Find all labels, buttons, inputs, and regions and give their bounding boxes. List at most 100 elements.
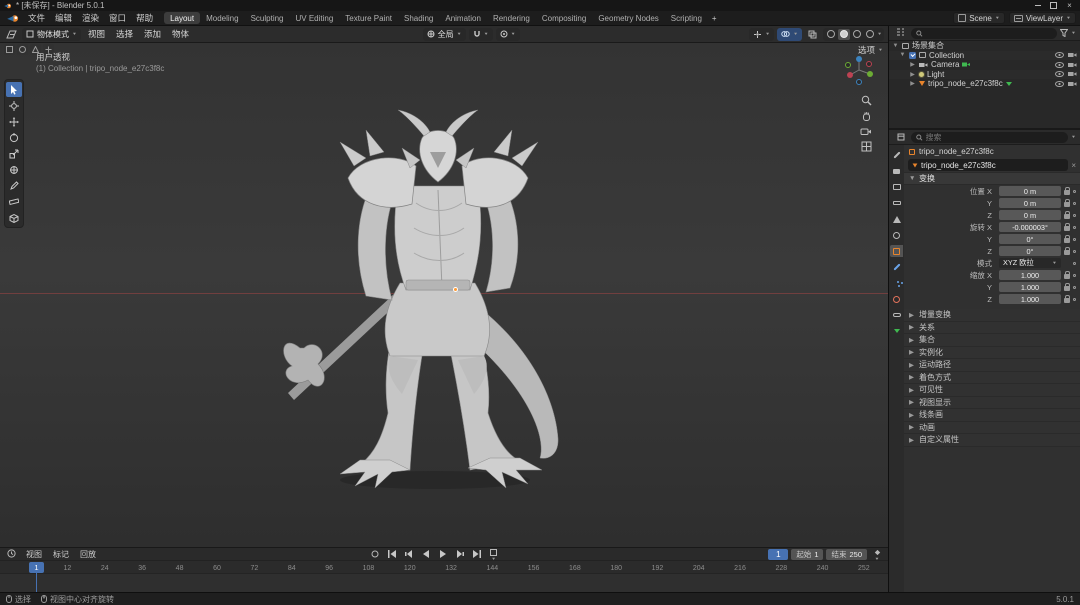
transform-panel-header[interactable]: ▼ 变换 xyxy=(904,172,1080,185)
pan-hand-icon[interactable] xyxy=(861,111,872,122)
tab-physics[interactable] xyxy=(890,293,903,305)
viewlayer-selector[interactable]: ViewLayer ▼ xyxy=(1009,12,1076,24)
tool-scale[interactable] xyxy=(6,146,22,161)
xray-toggle[interactable] xyxy=(805,28,820,41)
tab-tool[interactable] xyxy=(890,149,903,161)
location-z-field[interactable]: 0 m xyxy=(999,210,1061,220)
axis-x-icon[interactable] xyxy=(847,72,853,78)
menu-add[interactable]: 添加 xyxy=(140,28,165,40)
snap-dropdown[interactable]: ▼ xyxy=(469,28,493,41)
tool-measure[interactable] xyxy=(6,194,22,209)
outliner-row-light[interactable]: ▶ Light xyxy=(889,70,1080,80)
close-button[interactable]: × xyxy=(1066,2,1073,9)
tab-texture-paint[interactable]: Texture Paint xyxy=(339,12,398,24)
tool-transform[interactable] xyxy=(6,162,22,177)
timeline-track[interactable] xyxy=(0,574,888,592)
current-frame-field[interactable]: 1 xyxy=(768,549,788,560)
timeline-menu-marker[interactable]: 标记 xyxy=(49,549,73,560)
axis-y-neg-icon[interactable] xyxy=(846,63,851,68)
rotation-x-field[interactable]: -0.000003° xyxy=(999,222,1061,232)
tab-constraints[interactable] xyxy=(890,309,903,321)
lock-icon[interactable] xyxy=(1064,214,1070,219)
menu-object[interactable]: 物体 xyxy=(168,28,193,40)
zoom-icon[interactable] xyxy=(861,95,872,106)
animate-dot-icon[interactable] xyxy=(1073,238,1076,241)
shading-rendered-button[interactable] xyxy=(864,29,876,40)
collapsed-panel-viewport-display[interactable]: ▶视图显示 xyxy=(904,397,1080,410)
expand-icon[interactable]: ▶ xyxy=(909,71,916,78)
auto-keying-toggle[interactable] xyxy=(368,549,382,560)
model-tripo-node[interactable] xyxy=(270,108,610,508)
tool-cursor[interactable] xyxy=(6,98,22,113)
menu-view[interactable]: 视图 xyxy=(84,28,109,40)
play-button[interactable] xyxy=(436,549,450,560)
tab-output[interactable] xyxy=(890,181,903,193)
chevron-down-icon[interactable]: ▼ xyxy=(1071,135,1076,140)
expand-icon[interactable]: ▼ xyxy=(899,52,906,58)
tab-compositing[interactable]: Compositing xyxy=(536,12,592,24)
location-x-field[interactable]: 0 m xyxy=(999,186,1061,196)
animate-dot-icon[interactable] xyxy=(1073,214,1076,217)
timeline-menu-playback[interactable]: 回放 xyxy=(76,549,100,560)
frame-end-field[interactable]: 结束 250 xyxy=(826,549,867,560)
tab-uv-editing[interactable]: UV Editing xyxy=(290,12,340,24)
axis-z-neg-icon[interactable] xyxy=(857,80,862,85)
rotation-z-field[interactable]: 0° xyxy=(999,246,1061,256)
unlink-button[interactable]: × xyxy=(1071,161,1076,170)
timeline-editor-dropdown[interactable] xyxy=(4,548,19,561)
tab-geometry-nodes[interactable]: Geometry Nodes xyxy=(592,12,664,24)
outliner-search-input[interactable] xyxy=(926,29,1053,38)
frame-start-field[interactable]: 起始 1 xyxy=(791,549,823,560)
tab-shading[interactable]: Shading xyxy=(398,12,439,24)
lock-icon[interactable] xyxy=(1064,250,1070,255)
scene-selector[interactable]: Scene ▼ xyxy=(953,12,1005,24)
maximize-button[interactable] xyxy=(1050,2,1057,9)
lock-icon[interactable] xyxy=(1064,286,1070,291)
shading-wireframe-button[interactable] xyxy=(825,29,837,40)
tab-object-data[interactable] xyxy=(890,325,903,337)
jump-to-start-button[interactable] xyxy=(385,549,399,560)
shading-material-button[interactable] xyxy=(851,29,863,40)
add-workspace-button[interactable]: + xyxy=(708,12,721,24)
tool-rotate[interactable] xyxy=(6,130,22,145)
tab-scene[interactable] xyxy=(890,213,903,225)
menu-render[interactable]: 渲染 xyxy=(77,11,104,25)
animate-dot-icon[interactable] xyxy=(1073,286,1076,289)
tab-rendering[interactable]: Rendering xyxy=(487,12,536,24)
lock-icon[interactable] xyxy=(1064,298,1070,303)
viewport-toggle-icon[interactable] xyxy=(4,44,15,55)
play-reverse-button[interactable] xyxy=(419,549,433,560)
outliner-row-scene-collection[interactable]: ▼ 场景集合 xyxy=(889,41,1080,51)
tab-modeling[interactable]: Modeling xyxy=(200,12,244,24)
menu-help[interactable]: 帮助 xyxy=(131,11,158,25)
next-keyframe-button[interactable] xyxy=(453,549,467,560)
tab-world[interactable] xyxy=(890,229,903,241)
blender-menu-icon[interactable] xyxy=(7,14,20,23)
editor-type-dropdown[interactable] xyxy=(4,28,19,41)
collapsed-panel-animation[interactable]: ▶动画 xyxy=(904,422,1080,435)
collapsed-panel-delta-transform[interactable]: ▶增量变换 xyxy=(904,309,1080,322)
menu-select[interactable]: 选择 xyxy=(112,28,137,40)
collapsed-panel-instancing[interactable]: ▶实例化 xyxy=(904,347,1080,360)
animate-dot-icon[interactable] xyxy=(1073,298,1076,301)
perspective-toggle-icon[interactable] xyxy=(861,141,872,152)
minimize-button[interactable] xyxy=(1034,2,1041,9)
tool-add-cube[interactable] xyxy=(6,210,22,225)
tool-select[interactable] xyxy=(6,82,22,97)
object-name-field[interactable]: tripo_node_e27c3f8c xyxy=(908,159,1068,171)
camera-view-icon[interactable] xyxy=(860,127,872,136)
timeline-ruler[interactable]: 1 12 24 36 48 60 72 84 96 108 120 132 14… xyxy=(0,561,888,574)
collection-checkbox[interactable] xyxy=(909,52,916,59)
chevron-down-icon[interactable]: ▼ xyxy=(1071,31,1076,36)
mode-dropdown[interactable]: 物体模式 ▼ xyxy=(22,28,81,41)
rotation-y-field[interactable]: 0° xyxy=(999,234,1061,244)
axis-z-icon[interactable] xyxy=(856,56,862,62)
render-visibility-icon[interactable] xyxy=(1068,81,1077,87)
timeline-menu-view[interactable]: 视图 xyxy=(22,549,46,560)
collapsed-panel-visibility[interactable]: ▶可见性 xyxy=(904,384,1080,397)
object-origin-dot[interactable] xyxy=(453,287,458,292)
tab-scripting[interactable]: Scripting xyxy=(665,12,708,24)
render-visibility-icon[interactable] xyxy=(1068,62,1077,68)
lock-icon[interactable] xyxy=(1064,226,1070,231)
hide-eye-icon[interactable] xyxy=(1055,62,1064,68)
